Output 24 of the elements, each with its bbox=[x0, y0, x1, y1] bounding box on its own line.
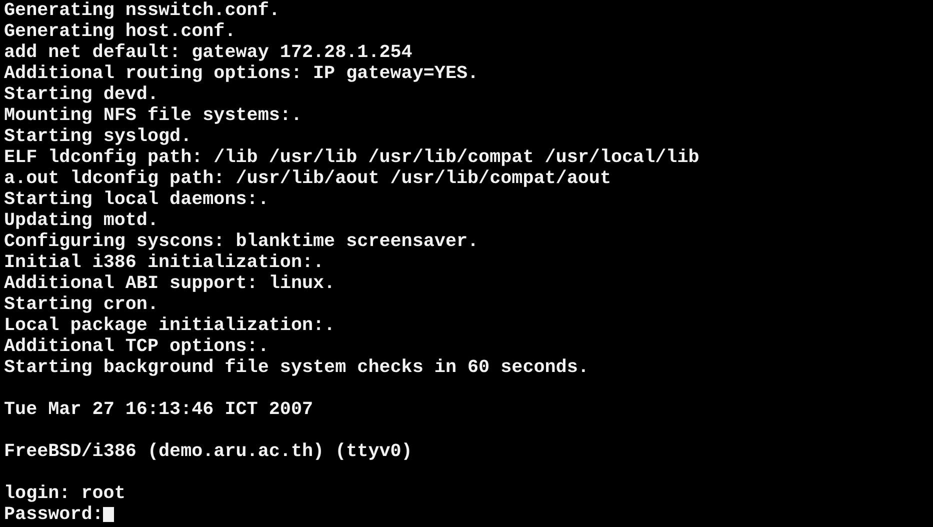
login-value[interactable]: root bbox=[81, 483, 126, 504]
console-line: Starting syslogd. bbox=[4, 126, 192, 147]
console-line: add net default: gateway 172.28.1.254 bbox=[4, 42, 412, 63]
password-prompt: Password: bbox=[4, 504, 104, 525]
date-line: Tue Mar 27 16:13:46 ICT 2007 bbox=[4, 399, 314, 420]
console-line: ELF ldconfig path: /lib /usr/lib /usr/lib/compat /usr/local/lib bbox=[4, 147, 700, 168]
console-line: Starting background file system checks in 60 seconds. bbox=[4, 357, 589, 378]
console-line: Generating host.conf. bbox=[4, 21, 236, 42]
console-line: Mounting NFS file systems:. bbox=[4, 105, 302, 126]
console-line: Additional routing options: IP gateway=YES. bbox=[4, 63, 479, 84]
console-line: Starting cron. bbox=[4, 294, 159, 315]
banner-text: FreeBSD/i386 (demo.aru.ac.th) (ttyv0) bbox=[4, 441, 412, 462]
console-line: Additional TCP options:. bbox=[4, 336, 269, 357]
console-line: Configuring syscons: blanktime screensaver. bbox=[4, 231, 479, 252]
console-line: Initial i386 initialization:. bbox=[4, 252, 324, 273]
console-line: Additional ABI support: linux. bbox=[4, 273, 336, 294]
console-line: Starting devd. bbox=[4, 84, 159, 105]
console-line: Updating motd. bbox=[4, 210, 159, 231]
console-line: Starting local daemons:. bbox=[4, 189, 269, 210]
text-cursor bbox=[103, 507, 114, 522]
console-line: Generating nsswitch.conf. bbox=[4, 0, 280, 21]
console-line: a.out ldconfig path: /usr/lib/aout /usr/lib/compat/aout bbox=[4, 168, 611, 189]
login-prompt: login: bbox=[4, 483, 70, 504]
console-line: Local package initialization:. bbox=[4, 315, 336, 336]
